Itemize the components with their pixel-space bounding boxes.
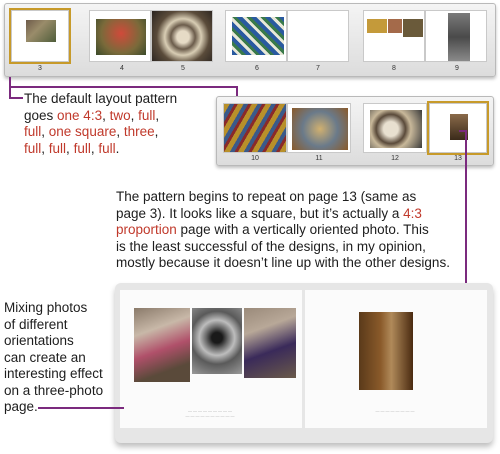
book-page-left: — — — — — — — — — — — — — — — — — — —: [120, 290, 302, 428]
text: goes: [24, 107, 58, 123]
page-thumb-12[interactable]: [363, 103, 427, 153]
leader-line: [9, 97, 23, 99]
callout-line: proportion page with a vertically orient…: [116, 222, 496, 239]
text: .: [115, 140, 120, 156]
pattern-term: full: [24, 124, 42, 139]
photo-thumb: [370, 110, 422, 148]
page-thumb-13[interactable]: [427, 101, 489, 155]
photo-caption: — — — — — — — —: [375, 408, 415, 413]
accent-term: proportion: [116, 222, 177, 237]
photo-boy: [244, 308, 296, 378]
page-number: 12: [391, 155, 399, 162]
leader-line: [459, 130, 467, 132]
text: page 3). It looks like a square, but it’…: [116, 205, 404, 221]
page-thumb-9[interactable]: [425, 10, 487, 62]
text: ,: [130, 107, 139, 123]
pattern-term: one square: [48, 124, 117, 139]
page-thumb-3[interactable]: [9, 8, 71, 64]
callout-line: page 3). It looks like a square, but it’…: [116, 206, 496, 223]
page-number: 6: [255, 65, 259, 72]
page-strip-second: 10 11 12 13: [216, 96, 494, 166]
text: ,: [41, 124, 49, 139]
callout-layout-pattern: The default layout pattern goes one 4:3,…: [24, 91, 214, 157]
accent-term: 4:3: [403, 205, 422, 221]
photo-thumb: [448, 13, 470, 61]
photo-thumb: [403, 19, 423, 37]
page-number: 10: [251, 155, 259, 162]
photo-thumb: [367, 19, 387, 33]
photo-thumb: [388, 19, 402, 33]
book-page-right: — — — — — — — —: [305, 290, 487, 428]
pattern-term: full: [138, 107, 156, 123]
callout-line: on a three-photo: [4, 382, 104, 398]
photo-thumb: [224, 104, 286, 152]
pattern-term: three: [123, 124, 155, 139]
photo-thumb: [96, 19, 146, 55]
photo-girl: [134, 308, 190, 382]
callout-line: orientations: [4, 333, 74, 348]
leader-line: [38, 407, 124, 409]
photo-thumb: [292, 108, 348, 150]
callout-line: is the least successful of the designs, …: [116, 238, 426, 254]
text: ,: [102, 107, 110, 123]
callout-line: goes one 4:3, two, full,: [24, 108, 214, 125]
text: page with a vertically oriented photo. T…: [176, 222, 429, 237]
pattern-term: full: [73, 140, 91, 156]
leader-line: [465, 130, 467, 300]
pattern-term: full: [48, 140, 67, 156]
page-thumb-7[interactable]: [287, 10, 349, 62]
page-number: 7: [316, 65, 320, 72]
page-number: 9: [455, 65, 459, 72]
photo-thumb: [26, 20, 56, 42]
page-thumb-10[interactable]: [223, 103, 287, 153]
callout-line: interesting effect: [4, 366, 103, 381]
page-number: 8: [392, 65, 396, 72]
page-thumb-8[interactable]: [363, 10, 425, 62]
page-strip-top: 3 4 5 6 7 8 9: [4, 3, 496, 77]
callout-line: full, one square, three,: [24, 124, 214, 141]
text: ,: [66, 140, 74, 156]
callout-line: The default layout pattern: [24, 91, 178, 106]
leader-line: [9, 77, 11, 99]
photo-thumb: [152, 11, 212, 61]
leader-line: [9, 86, 237, 88]
callout-line: full, full, full, full.: [24, 141, 214, 158]
page-number: 4: [120, 65, 124, 72]
page-thumb-4[interactable]: [89, 10, 151, 62]
page-thumb-5[interactable]: [151, 10, 213, 62]
callout-line: mostly because it doesn’t line up with t…: [116, 255, 450, 270]
photo-caption: — — — — — — — — — — — — — — — — — — —: [185, 408, 235, 418]
page-number: 3: [38, 65, 42, 72]
text: ,: [41, 140, 49, 156]
page-number: 5: [181, 65, 185, 72]
page-thumb-11[interactable]: [287, 103, 351, 153]
photo-thumb: [232, 17, 284, 55]
callout-mixing: Mixing photos of different orientations …: [4, 300, 134, 416]
pattern-term: one 4:3: [57, 107, 103, 123]
pattern-term: full: [98, 140, 116, 156]
callout-repeat: The pattern begins to repeat on page 13 …: [116, 189, 496, 272]
page-thumb-6[interactable]: [225, 10, 287, 62]
callout-line: The pattern begins to repeat on page 13 …: [116, 189, 417, 204]
callout-line: of different: [4, 316, 68, 332]
pattern-term: full: [24, 140, 42, 156]
pattern-term: two: [109, 107, 131, 123]
photo-door-knocker: [359, 312, 413, 390]
text: ,: [155, 107, 160, 123]
text: ,: [116, 124, 124, 139]
page-number: 11: [315, 155, 323, 162]
text: ,: [154, 124, 159, 139]
callout-line: can create an: [4, 349, 86, 365]
callout-line: Mixing photos: [4, 300, 88, 315]
photo-spiral-stair: [192, 308, 242, 374]
